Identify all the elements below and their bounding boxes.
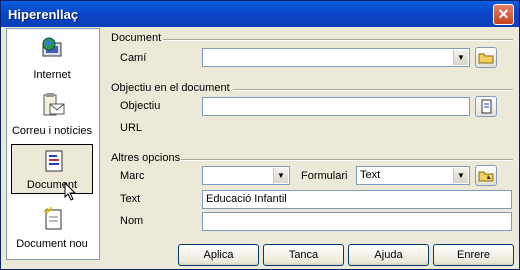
title-bar: Hiperenllaç ✕ bbox=[1, 1, 519, 27]
text-label: Text bbox=[120, 193, 141, 205]
mouse-cursor-icon bbox=[64, 182, 77, 201]
open-file-button[interactable] bbox=[475, 47, 497, 68]
target-browse-button[interactable] bbox=[475, 96, 497, 117]
sidebar-item-new-document[interactable]: Document nou bbox=[11, 202, 93, 252]
document-section-title: Document bbox=[111, 32, 162, 44]
text-input[interactable]: Educació Infantil bbox=[202, 190, 512, 209]
name-label: Nom bbox=[120, 215, 144, 227]
target-section-title: Objectiu en el document bbox=[111, 82, 230, 94]
form-label: Formulari bbox=[301, 170, 348, 182]
apply-button[interactable]: Aplica bbox=[178, 244, 259, 266]
mail-icon bbox=[43, 93, 65, 116]
target-list-icon bbox=[481, 99, 492, 114]
close-button[interactable]: Tanca bbox=[263, 244, 344, 266]
frame-label: Marc bbox=[120, 170, 145, 182]
chevron-down-icon[interactable]: ▼ bbox=[273, 168, 288, 183]
form-value: Text bbox=[360, 169, 381, 181]
path-label: Camí bbox=[120, 52, 147, 64]
new-document-icon bbox=[43, 206, 62, 230]
sidebar-item-label: Document nou bbox=[16, 238, 88, 250]
url-label: URL bbox=[120, 122, 143, 134]
folder-icon bbox=[478, 53, 494, 64]
target-input[interactable] bbox=[202, 97, 470, 116]
target-label: Objectiu bbox=[120, 100, 161, 112]
section-divider bbox=[181, 159, 513, 161]
path-combobox[interactable]: ▼ bbox=[202, 48, 470, 67]
chevron-down-icon[interactable]: ▼ bbox=[453, 168, 468, 183]
section-divider bbox=[233, 89, 513, 91]
frame-combobox[interactable]: ▼ bbox=[202, 166, 290, 185]
globe-icon bbox=[42, 37, 62, 57]
chevron-down-icon[interactable]: ▼ bbox=[453, 50, 468, 65]
back-button[interactable]: Enrere bbox=[433, 244, 514, 266]
other-options-section-title: Altres opcions bbox=[111, 152, 181, 164]
hyperlink-type-sidebar: Internet Correu i notícies Document Docu… bbox=[6, 28, 100, 260]
window-title: Hiperenllaç bbox=[8, 7, 79, 22]
sidebar-item-label: Document bbox=[26, 179, 78, 191]
help-button[interactable]: Ajuda bbox=[348, 244, 429, 266]
sidebar-item-label: Correu i notícies bbox=[11, 125, 93, 137]
name-input[interactable] bbox=[202, 212, 512, 231]
document-icon bbox=[45, 150, 63, 172]
sidebar-item-mail[interactable]: Correu i notícies bbox=[11, 89, 93, 139]
section-divider bbox=[163, 39, 513, 41]
events-button[interactable] bbox=[475, 165, 497, 186]
folder-events-icon bbox=[478, 171, 494, 182]
sidebar-item-label: Internet bbox=[33, 69, 71, 81]
hyperlink-dialog: Hiperenllaç ✕ Internet Correu i notícies bbox=[0, 0, 520, 270]
sidebar-item-document[interactable]: Document bbox=[11, 144, 93, 194]
sidebar-item-internet[interactable]: Internet bbox=[11, 33, 93, 83]
text-value: Educació Infantil bbox=[206, 193, 287, 205]
form-combobox[interactable]: Text ▼ bbox=[356, 166, 470, 185]
close-window-button[interactable]: ✕ bbox=[493, 4, 514, 25]
